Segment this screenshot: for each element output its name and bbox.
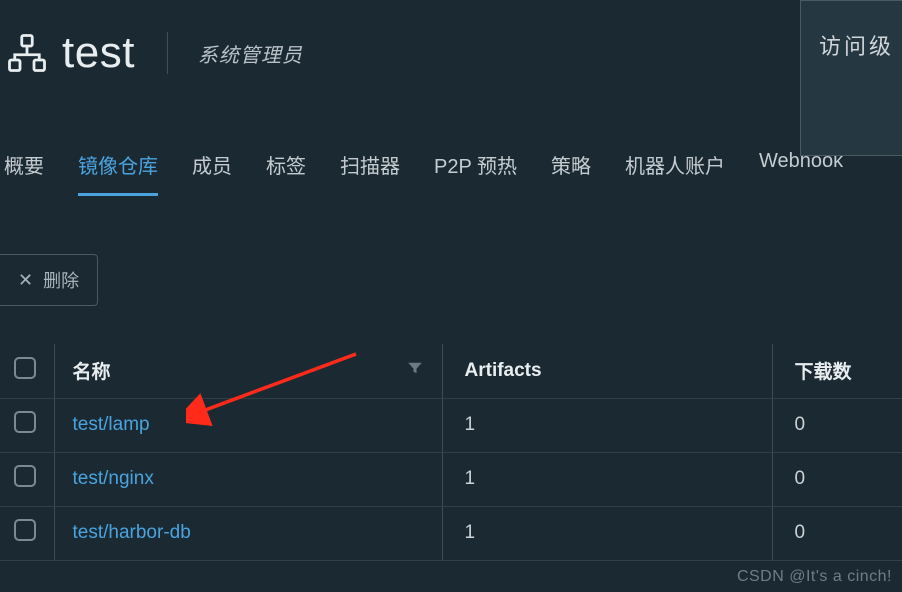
project-role: 系统管理员 bbox=[198, 39, 303, 68]
tab-bar: 概要镜像仓库成员标签扫描器 P2P 预热策略机器人账户 Webhook bbox=[0, 150, 902, 196]
column-artifacts: Artifacts bbox=[442, 344, 772, 398]
close-icon: ✕ bbox=[18, 271, 33, 289]
downloads-cell: 0 bbox=[772, 398, 902, 452]
delete-button[interactable]: ✕ 删除 bbox=[0, 254, 98, 306]
table-row: test/nginx 10 bbox=[0, 452, 902, 506]
repo-link[interactable]: test/nginx bbox=[73, 468, 154, 489]
watermark: CSDN @It's a cinch! bbox=[737, 568, 892, 586]
tab-7[interactable]: 机器人账户 bbox=[625, 150, 725, 196]
delete-button-label: 删除 bbox=[43, 267, 79, 293]
table-row: test/harbor-db 10 bbox=[0, 506, 902, 560]
tab-6[interactable]: 策略 bbox=[551, 150, 591, 196]
downloads-cell: 0 bbox=[772, 506, 902, 560]
row-checkbox[interactable] bbox=[14, 411, 36, 433]
repo-link[interactable]: test/harbor-db bbox=[73, 522, 191, 543]
select-all-checkbox[interactable] bbox=[14, 357, 36, 379]
downloads-cell: 0 bbox=[772, 452, 902, 506]
project-header: test 系统管理员 bbox=[0, 0, 902, 106]
tab-5[interactable]: P2P 预热 bbox=[434, 150, 517, 196]
tab-4[interactable]: 扫描器 bbox=[340, 150, 400, 196]
tab-1[interactable]: 镜像仓库 bbox=[78, 150, 158, 196]
tab-0[interactable]: 概要 bbox=[4, 150, 44, 196]
column-downloads: 下载数 bbox=[772, 344, 902, 398]
repo-link[interactable]: test/lamp bbox=[73, 414, 150, 435]
tab-2[interactable]: 成员 bbox=[192, 150, 232, 196]
project-title: test bbox=[62, 28, 135, 78]
artifacts-cell: 1 bbox=[442, 506, 772, 560]
filter-icon[interactable] bbox=[406, 359, 424, 383]
table-row: test/lamp 10 bbox=[0, 398, 902, 452]
column-name: 名称 bbox=[54, 344, 442, 398]
toolbar: ✕ 删除 bbox=[0, 254, 902, 306]
artifacts-cell: 1 bbox=[442, 452, 772, 506]
row-checkbox[interactable] bbox=[14, 465, 36, 487]
project-icon bbox=[6, 32, 48, 74]
access-level-panel: 访问级 bbox=[800, 0, 902, 156]
tab-8[interactable]: Webhook bbox=[759, 150, 843, 196]
divider bbox=[167, 32, 168, 74]
artifacts-cell: 1 bbox=[442, 398, 772, 452]
tab-3[interactable]: 标签 bbox=[266, 150, 306, 196]
row-checkbox[interactable] bbox=[14, 519, 36, 541]
repo-table: 名称 Artifacts 下载数 test/lamp 10 test/nginx 10… bbox=[0, 344, 902, 561]
access-level-label: 访问级 bbox=[819, 34, 894, 59]
